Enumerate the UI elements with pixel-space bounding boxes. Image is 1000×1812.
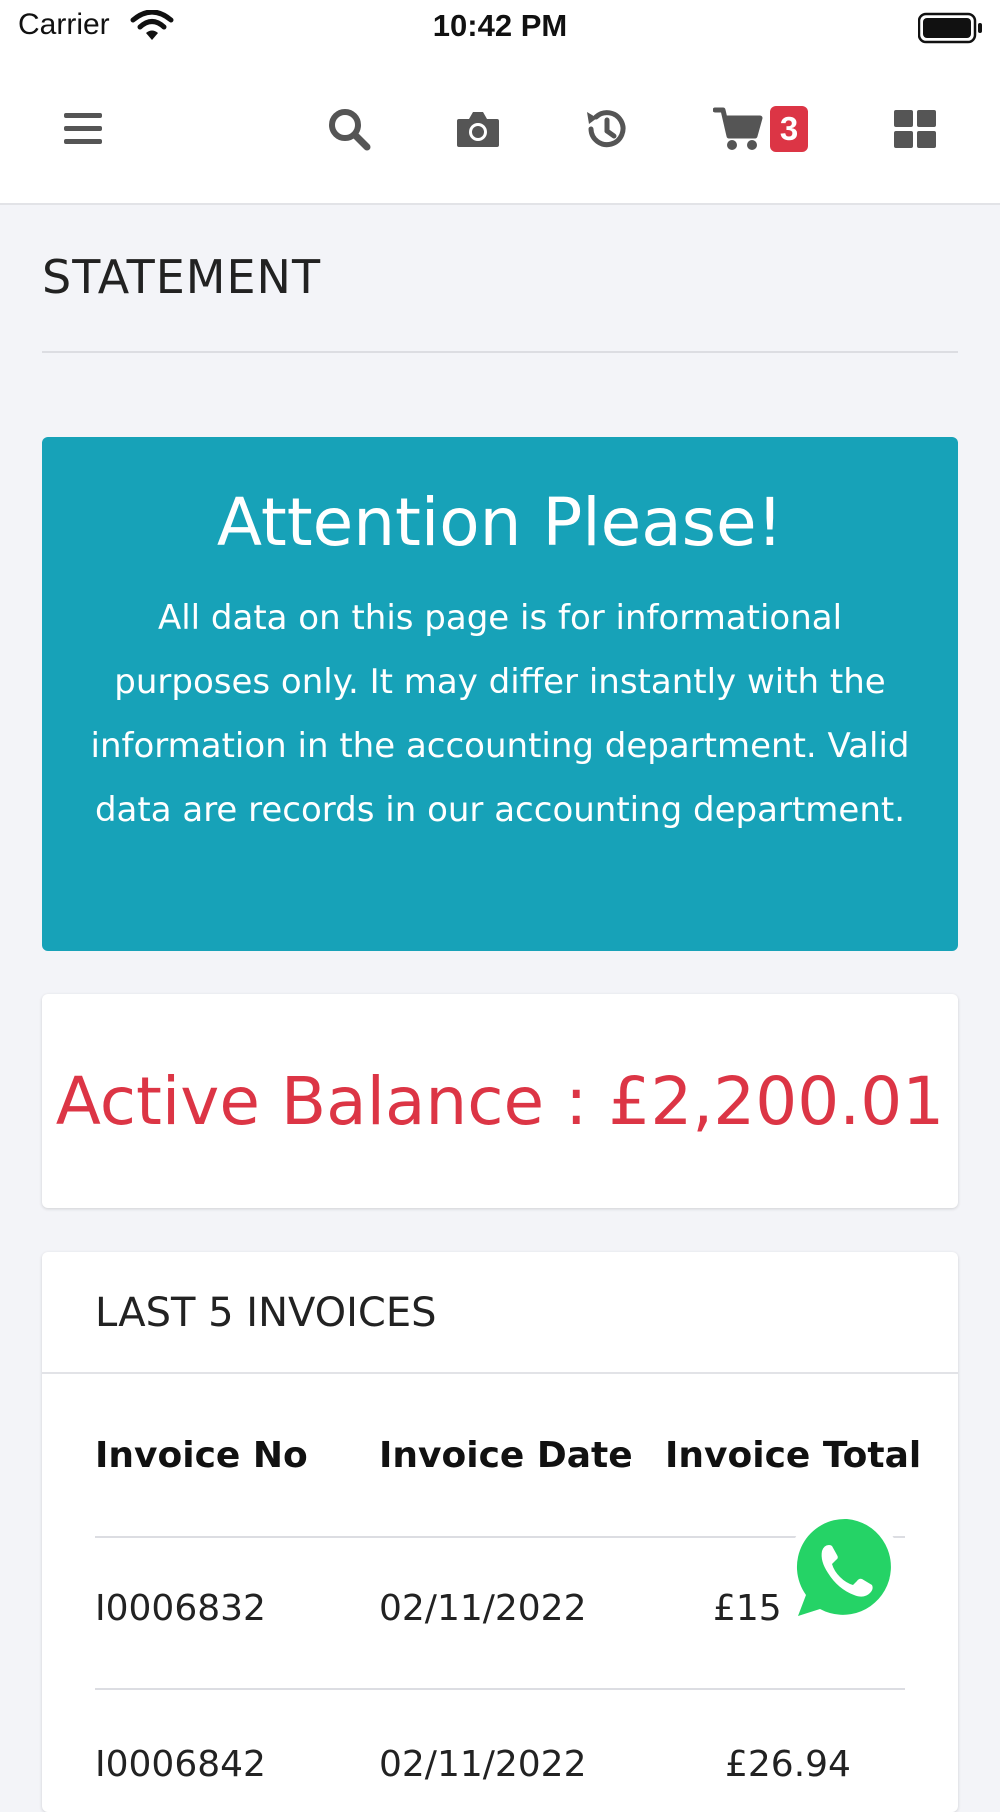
battery-icon: [917, 12, 984, 49]
column-header-invoice-no: Invoice No: [95, 1435, 308, 1476]
invoice-row-1-total: £15: [713, 1588, 782, 1629]
row-divider: [95, 1688, 905, 1690]
column-header-invoice-date: Invoice Date: [379, 1435, 633, 1476]
history-icon[interactable]: [583, 106, 629, 152]
attention-alert: Attention Please! All data on this page …: [42, 437, 958, 951]
top-nav-bar: 3: [0, 56, 1000, 205]
invoice-row-1-no: I0006832: [95, 1588, 266, 1629]
title-divider: [42, 351, 958, 353]
whatsapp-icon: [784, 1508, 902, 1631]
invoice-row-2-date: 02/11/2022: [379, 1744, 587, 1785]
camera-icon[interactable]: [455, 106, 501, 152]
page-title: STATEMENT: [42, 250, 322, 304]
active-balance: Active Balance : £2,200.01: [55, 1062, 945, 1140]
invoice-row-1-date: 02/11/2022: [379, 1588, 587, 1629]
grid-icon[interactable]: [892, 106, 938, 152]
column-header-invoice-total: Invoice Total: [665, 1435, 922, 1476]
menu-icon[interactable]: [60, 106, 106, 152]
invoices-card-header: LAST 5 INVOICES: [42, 1252, 958, 1374]
status-time: 10:42 PM: [432, 8, 568, 43]
status-bar: Carrier 10:42 PM: [0, 0, 1000, 56]
invoices-heading: LAST 5 INVOICES: [95, 1290, 437, 1336]
balance-card: Active Balance : £2,200.01: [42, 994, 958, 1208]
whatsapp-chat-button[interactable]: [782, 1505, 912, 1635]
cart-count-badge: 3: [770, 106, 808, 152]
cart-icon[interactable]: [713, 106, 763, 152]
invoice-row-2-total: £26.94: [725, 1744, 851, 1785]
search-icon[interactable]: [326, 106, 372, 152]
alert-title: Attention Please!: [216, 484, 784, 561]
invoice-row-2-no: I0006842: [95, 1744, 266, 1785]
alert-body: All data on this page is for information…: [90, 597, 910, 830]
